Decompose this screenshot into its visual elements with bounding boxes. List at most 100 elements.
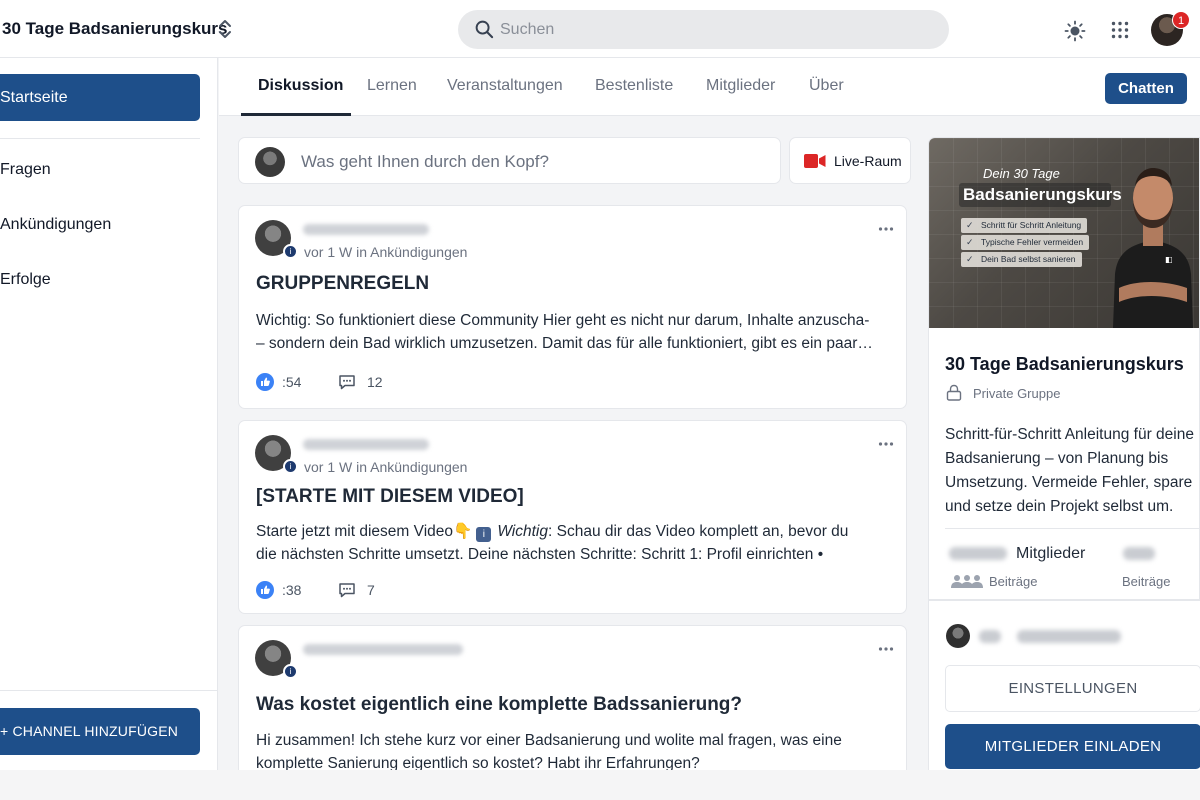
admin-badge-icon: i <box>283 244 298 259</box>
like-icon[interactable] <box>256 373 274 391</box>
admin-name-blurred <box>979 630 1001 643</box>
theme-sun-icon[interactable] <box>1064 20 1086 42</box>
comment-icon[interactable] <box>338 581 356 599</box>
posts-label: Beiträge <box>1122 574 1171 589</box>
post-body-line: die nächsten Schritte umsetzt. Deine näc… <box>256 546 824 563</box>
group-description-line: Badsanierung – von Planung bis <box>945 450 1169 467</box>
add-channel-button[interactable]: + CHANNEL HINZUFÜGEN <box>0 708 200 755</box>
post-title[interactable]: Was kostet eigentlich eine komplette Bad… <box>256 694 742 716</box>
member-count-blurred <box>949 547 1007 560</box>
post-body-text: : Schau dir das Video komplett an, bevor… <box>548 523 849 540</box>
pointing-down-emoji-icon: 👇 <box>453 522 473 540</box>
avatar <box>255 147 285 177</box>
search-bar[interactable] <box>458 10 949 49</box>
people-icon <box>951 575 983 588</box>
group-description-line: Umsetzung. Vermeide Fehler, spare <box>945 474 1193 491</box>
group-description: Schritt-für-Schritt Anleitung für deine … <box>945 423 1199 519</box>
tab-diskussion[interactable]: Diskussion <box>258 77 343 95</box>
tab-bestenliste[interactable]: Bestenliste <box>595 77 673 95</box>
cover-checklist-item: Dein Bad selbst sanieren <box>961 252 1082 267</box>
post-composer[interactable]: Was geht Ihnen durch den Kopf? <box>238 137 781 184</box>
group-description-line: und setze dein Projekt selbst um. <box>945 498 1174 515</box>
composer-placeholder[interactable]: Was geht Ihnen durch den Kopf? <box>301 152 549 172</box>
live-room-label: Live-Raum <box>834 153 902 169</box>
more-icon[interactable] <box>878 226 894 232</box>
like-icon[interactable] <box>256 581 274 599</box>
tab-bar: Diskussion Lernen Veranstaltungen Besten… <box>219 58 1200 116</box>
post-title[interactable]: [STARTE MIT DIESEM VIDEO] <box>256 486 524 508</box>
page-bottom-edge <box>0 770 1200 800</box>
group-description-line: Schritt-für-Schritt Anleitung für deine <box>945 426 1194 443</box>
like-count: :54 <box>282 374 302 390</box>
admin-badge-icon: i <box>283 459 298 474</box>
card-divider <box>945 528 1199 529</box>
apps-grid-icon[interactable] <box>1111 21 1129 39</box>
cover-subtitle: Dein 30 Tage <box>983 166 1060 181</box>
live-room-button[interactable]: Live-Raum <box>789 137 911 184</box>
like-count: :38 <box>282 582 302 598</box>
post-title[interactable]: GRUPPENREGELN <box>256 273 429 295</box>
group-info-card: Dein 30 Tage Badsanierungskurs Schritt f… <box>928 137 1200 600</box>
settings-button[interactable]: EINSTELLUNGEN <box>945 665 1200 712</box>
group-name[interactable]: 30 Tage Badsanierungskurs <box>2 19 228 39</box>
comment-count: 7 <box>367 582 375 598</box>
post-count-blurred <box>1123 547 1155 560</box>
post-card[interactable]: i Was kostet eigentlich eine komplette B… <box>238 625 907 785</box>
privacy-label: Private Gruppe <box>973 386 1061 401</box>
sidebar: Startseite Fragen Ankündigungen Erfolge … <box>0 58 218 770</box>
sidebar-item-erfolge[interactable]: Erfolge <box>0 271 51 289</box>
svg-text:◧: ◧ <box>1165 255 1173 264</box>
post-body: Starte jetzt mit diesem Video👇 i Wichtig: … <box>256 520 886 566</box>
post-card[interactable]: i vor 1 W in Ankündigungen [STARTE MIT D… <box>238 420 907 614</box>
post-body-text: Starte jetzt mit diesem Video <box>256 523 453 540</box>
more-icon[interactable] <box>878 441 894 447</box>
comment-count: 12 <box>367 374 383 390</box>
tab-veranstaltungen[interactable]: Veranstaltungen <box>447 77 563 95</box>
sidebar-divider <box>0 138 200 139</box>
search-input[interactable] <box>500 10 930 49</box>
tab-mitglieder[interactable]: Mitglieder <box>706 77 775 95</box>
cover-checklist-item: Typische Fehler vermeiden <box>961 235 1090 250</box>
info-badge-icon: i <box>476 527 492 542</box>
author-name-blurred <box>303 644 463 655</box>
switcher-icon[interactable] <box>216 18 234 40</box>
group-cover-image: Dein 30 Tage Badsanierungskurs Schritt f… <box>929 138 1199 328</box>
admin-section: EINSTELLUNGEN MITGLIEDER EINLADEN <box>928 600 1200 770</box>
top-bar: 30 Tage Badsanierungskurs 1 <box>0 0 1200 58</box>
post-meta: vor 1 W in Ankündigungen <box>304 244 468 260</box>
cover-checklist-item: Schritt für Schritt Anleitung <box>961 218 1088 233</box>
post-meta: vor 1 W in Ankündigungen <box>304 459 468 475</box>
post-body-line: Wichtig: So funktioniert diese Community… <box>256 312 870 329</box>
post-body-line: Hi zusammen! Ich stehe kurz vor einer Ba… <box>256 732 842 749</box>
posts-label: Beiträge <box>989 574 1038 589</box>
avatar <box>946 624 970 648</box>
sidebar-item-fragen[interactable]: Fragen <box>0 161 51 179</box>
more-icon[interactable] <box>878 646 894 652</box>
post-body-emphasis: Wichtig <box>497 523 548 540</box>
sidebar-item-ankuendigungen[interactable]: Ankündigungen <box>0 216 111 234</box>
tab-lernen[interactable]: Lernen <box>367 77 417 95</box>
group-title: 30 Tage Badsanierungskurs <box>945 354 1184 374</box>
notification-badge: 1 <box>1172 11 1190 29</box>
sidebar-item-home[interactable]: Startseite <box>0 74 200 121</box>
comment-icon[interactable] <box>338 373 356 391</box>
post-card[interactable]: i vor 1 W in Ankündigungen GRUPPENREGELN… <box>238 205 907 409</box>
cover-title: Badsanierungskurs <box>963 185 1122 204</box>
admin-name-blurred <box>1017 630 1121 643</box>
admin-badge-icon: i <box>283 664 298 679</box>
post-body-line: Starte jetzt mit diesem Video👇 i Wichtig: … <box>256 520 886 543</box>
lock-icon <box>946 384 962 401</box>
post-body: Wichtig: So funktioniert diese Community… <box>256 309 886 355</box>
author-name-blurred <box>303 224 429 235</box>
video-camera-icon <box>804 154 826 168</box>
members-label: Mitglieder <box>1016 545 1086 562</box>
author-name-blurred <box>303 439 429 450</box>
active-tab-indicator <box>241 113 351 116</box>
post-body-line: – sondern dein Bad wirklich umzusetzen. … <box>256 335 873 352</box>
tab-ueber[interactable]: Über <box>809 77 844 95</box>
chat-button[interactable]: Chatten <box>1105 73 1187 104</box>
instructor-photo-icon: ◧ <box>1113 168 1193 328</box>
post-body: Hi zusammen! Ich stehe kurz vor einer Ba… <box>256 729 886 775</box>
invite-members-button[interactable]: MITGLIEDER EINLADEN <box>945 724 1200 769</box>
search-icon <box>475 20 494 39</box>
